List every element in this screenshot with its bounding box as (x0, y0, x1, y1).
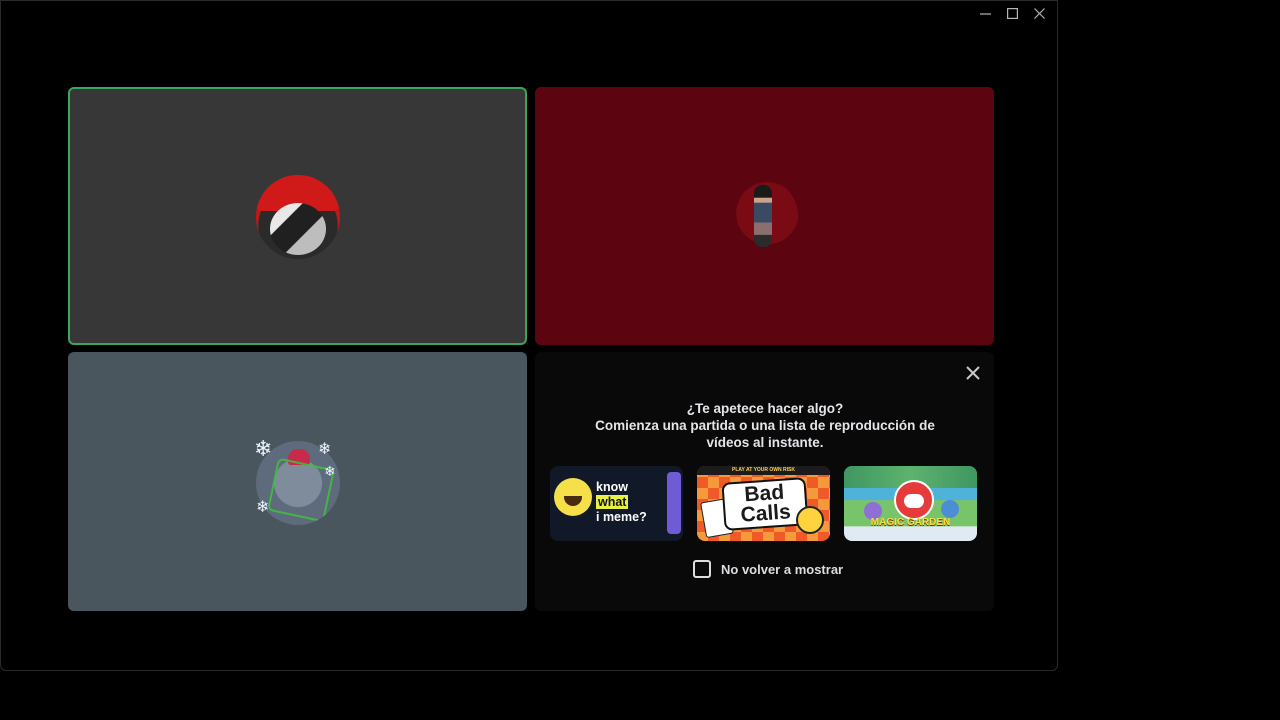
dont-show-again-checkbox[interactable] (693, 560, 711, 578)
app-window: ❄ ❄ ❄ ❄ ¿Te apetece hacer algo? Comienza… (0, 0, 1058, 671)
close-window-icon[interactable] (1026, 3, 1053, 23)
badge-icon (796, 506, 824, 534)
participant-tile[interactable]: ❄ ❄ ❄ ❄ (68, 352, 527, 611)
creature-icon (941, 500, 959, 518)
avatar (730, 179, 798, 255)
activity-list: know what i meme? PLAY AT YOUR OWN RISK … (550, 466, 977, 541)
phone-icon (667, 472, 681, 534)
participant-tile[interactable] (535, 87, 994, 345)
prompt-subtitle: Comienza una partida o una lista de repr… (595, 418, 935, 450)
activity-card-know-what-i-meme[interactable]: know what i meme? (550, 466, 683, 541)
mascot-icon (894, 480, 934, 520)
prompt-question: ¿Te apetece hacer algo? (686, 401, 844, 416)
activity-card-logo: MAGIC GARDEN (870, 517, 951, 528)
activity-card-banner: PLAY AT YOUR OWN RISK (697, 466, 830, 475)
activity-card-bad-calls[interactable]: PLAY AT YOUR OWN RISK Bad Calls (697, 466, 830, 541)
snowflake-icon: ❄ (318, 441, 332, 458)
activity-prompt: ¿Te apetece hacer algo? Comienza una par… (575, 400, 955, 451)
snowflake-icon: ❄ (256, 499, 270, 516)
dont-show-again-row[interactable]: No volver a mostrar (693, 560, 843, 578)
avatar (256, 175, 340, 259)
snowflake-icon: ❄ (324, 463, 336, 479)
avatar-photo (754, 185, 772, 247)
laughing-face-icon (554, 478, 592, 516)
avatar-photo (270, 203, 326, 255)
snowflake-icon: ❄ (254, 436, 273, 461)
participant-tile-speaking[interactable] (68, 87, 527, 345)
window-controls (972, 3, 1053, 23)
activity-suggestion-panel: ¿Te apetece hacer algo? Comienza una par… (535, 352, 994, 611)
maximize-icon[interactable] (999, 3, 1026, 23)
activity-card-magic-garden[interactable]: MAGIC GARDEN (844, 466, 977, 541)
close-icon[interactable] (962, 362, 984, 384)
minimize-icon[interactable] (972, 3, 999, 23)
dont-show-again-label: No volver a mostrar (721, 561, 844, 577)
activity-card-title: know what i meme? (596, 480, 647, 524)
